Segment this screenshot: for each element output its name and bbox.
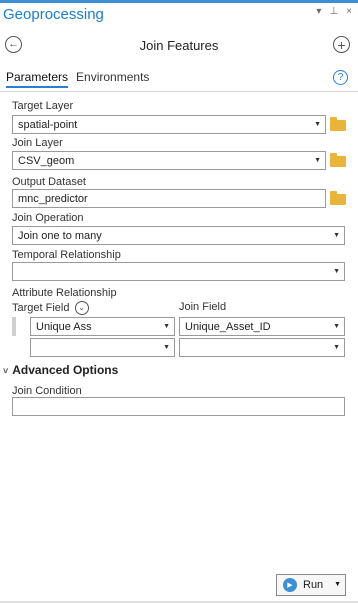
folder-icon[interactable] [330,153,346,167]
tab-divider [0,91,358,92]
folder-icon[interactable] [330,117,346,131]
help-icon[interactable]: ? [333,70,348,85]
tab-bar: Parameters Environments [6,70,149,88]
attribute-relationship-label: Attribute Relationship [12,287,117,299]
join-field-select[interactable]: Unique_Asset_ID ▼ [179,317,345,336]
temporal-relationship-select[interactable]: ▼ [12,262,345,281]
tool-title: Join Features [139,38,219,53]
tab-environments[interactable]: Environments [76,70,149,88]
play-icon: ▶ [283,578,297,592]
join-layer-select[interactable]: CSV_geom ▼ [12,151,326,170]
chevron-down-icon: ˅ [3,366,9,376]
join-field-header: Join Field [179,301,227,313]
output-dataset-input[interactable]: mnc_predictor [12,189,326,208]
pin-icon[interactable]: ⊥ [329,6,338,17]
target-field-select[interactable]: Unique Ass ▼ [30,317,175,336]
run-button[interactable]: ▶ Run ▼ [276,574,346,596]
join-operation-select[interactable]: Join one to many ▼ [12,226,345,245]
tool-header: ← Join Features + [0,35,358,57]
add-icon[interactable]: + [333,36,350,53]
join-layer-label: Join Layer [12,137,63,149]
join-layer-value: CSV_geom [18,154,75,167]
join-operation-value: Join one to many [18,229,102,242]
target-layer-select[interactable]: spatial-point ▼ [12,115,326,134]
chevron-down-icon: ▼ [333,232,340,239]
row-drag-handle[interactable] [12,317,16,336]
chevron-down-icon[interactable]: ⌄ [74,301,89,315]
chevron-down-icon[interactable]: ▼ [334,581,341,588]
close-icon[interactable]: × [346,6,352,17]
target-field-value: Unique Ass [36,320,92,333]
chevron-down-icon: ▼ [314,121,321,128]
advanced-options-toggle[interactable]: ˅ Advanced Options [3,363,118,377]
output-dataset-label: Output Dataset [12,176,86,188]
target-field-select-empty[interactable]: ▼ [30,338,175,357]
target-layer-label: Target Layer [12,100,74,112]
target-layer-value: spatial-point [18,118,78,131]
folder-icon[interactable] [330,191,346,205]
join-field-select-empty[interactable]: ▼ [179,338,345,357]
join-condition-label: Join Condition [12,385,82,397]
chevron-down-icon: ▼ [333,344,340,351]
window-title: Geoprocessing [3,6,104,23]
temporal-relationship-label: Temporal Relationship [12,249,121,261]
target-field-header: Target Field ⌄ [12,301,89,315]
chevron-down-icon: ▼ [333,323,340,330]
chevron-down-icon: ▼ [163,323,170,330]
join-operation-label: Join Operation [12,212,84,224]
window-controls: ▾ ⊥ × [316,6,352,17]
join-field-value: Unique_Asset_ID [185,320,271,333]
chevron-down-icon: ▼ [163,344,170,351]
chevron-down-icon: ▼ [314,157,321,164]
dropdown-menu-icon[interactable]: ▾ [316,6,321,17]
tab-parameters[interactable]: Parameters [6,70,69,88]
join-condition-input[interactable] [12,397,345,416]
window-accent-bar [0,0,358,3]
chevron-down-icon: ▼ [333,268,340,275]
output-dataset-value: mnc_predictor [18,192,88,205]
